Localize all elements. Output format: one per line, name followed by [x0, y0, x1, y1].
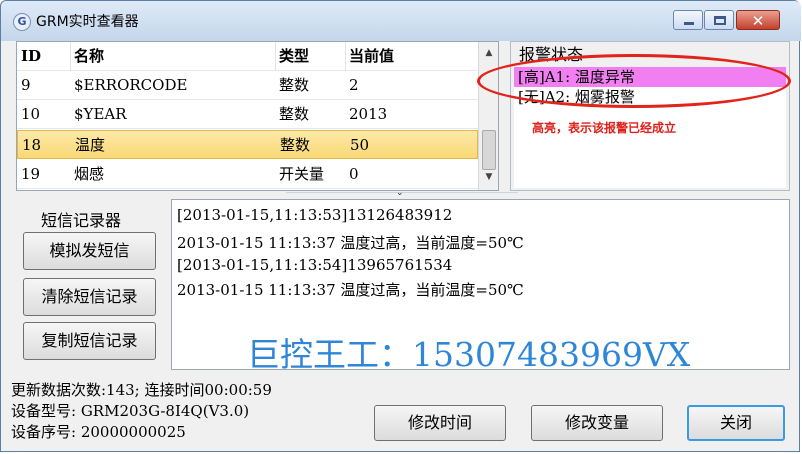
table-row[interactable]: 19 烟感 开关量 0	[17, 160, 478, 189]
chevron-down-icon: ⌄	[396, 188, 404, 198]
maximize-button[interactable]	[704, 10, 734, 30]
simulate-sms-button[interactable]: 模拟发短信	[23, 232, 156, 270]
cell-name: $YEAR	[74, 105, 127, 123]
table-row[interactable]: 10 $YEAR 整数 2013	[17, 100, 478, 129]
scroll-down-icon[interactable]: ▼	[479, 172, 498, 182]
close-button[interactable]: 关闭	[687, 405, 785, 441]
minimize-icon	[684, 22, 694, 25]
cell-value: 50	[350, 136, 370, 154]
cell-value: 0	[349, 165, 359, 183]
cell-type: 整数	[279, 105, 310, 123]
sms-recorder-label: 短信记录器	[41, 211, 122, 230]
table-row-selected[interactable]: 18 温度 整数 50	[17, 130, 478, 159]
window-title: GRM实时查看器	[36, 14, 139, 30]
cell-name: $ERRORCODE	[74, 76, 188, 94]
maximize-icon	[714, 16, 726, 25]
table-scrollbar[interactable]: ▲ ▼	[478, 42, 498, 190]
device-model-status: 设备型号: GRM203G-8I4Q(V3.0)	[11, 402, 250, 420]
cell-id: 19	[21, 165, 41, 183]
log-line: 2013-01-15 11:13:37 温度过高，当前温度=50℃	[177, 234, 524, 252]
watermark-text: 巨控王工：15307483969VX	[247, 335, 691, 374]
window-close-button[interactable]: ✕	[736, 10, 780, 30]
app-logo-icon: G	[13, 13, 31, 31]
cell-type: 整数	[279, 76, 310, 94]
log-line: [2013-01-15,11:13:53]13126483912	[177, 206, 453, 224]
clear-sms-button[interactable]: 清除短信记录	[23, 278, 156, 316]
cell-type: 开关量	[279, 165, 325, 183]
column-header-id[interactable]: ID	[21, 42, 41, 71]
variable-table[interactable]: ID 名称 类型 当前值 9 $ERRORCODE 整数 2 10 $YEAR …	[16, 41, 499, 191]
cell-name: 温度	[75, 136, 106, 154]
log-line: 2013-01-15 11:13:37 温度过高，当前温度=50℃	[177, 281, 524, 299]
cell-id: 9	[21, 76, 31, 94]
log-line: [2013-01-15,11:13:54]13965761534	[177, 256, 453, 274]
update-count-status: 更新数据次数:143; 连接时间00:00:59	[11, 381, 272, 399]
cell-value: 2	[349, 76, 359, 94]
edit-time-button[interactable]: 修改时间	[374, 405, 506, 441]
cell-id: 10	[21, 105, 41, 123]
device-serial-status: 设备序号: 20000000025	[11, 423, 186, 441]
title-bar[interactable]: G GRM实时查看器 ✕	[1, 1, 801, 41]
column-header-type[interactable]: 类型	[279, 42, 309, 71]
close-icon: ✕	[751, 12, 765, 30]
cell-type: 整数	[280, 136, 311, 154]
column-header-name[interactable]: 名称	[74, 42, 104, 71]
minimize-button[interactable]	[673, 10, 703, 30]
cell-value: 2013	[349, 105, 388, 123]
copy-sms-button[interactable]: 复制短信记录	[23, 322, 156, 360]
highlight-annotation-ellipse	[477, 54, 791, 108]
alarm-annotation: 高亮，表示该报警已经成立	[532, 121, 677, 135]
cell-id: 18	[22, 136, 42, 154]
scrollbar-thumb[interactable]	[482, 130, 496, 170]
scroll-up-icon[interactable]: ▲	[479, 48, 498, 58]
sms-log[interactable]: [2013-01-15,11:13:53]13126483912 2013-01…	[171, 199, 790, 374]
table-header-row: ID 名称 类型 当前值	[17, 42, 478, 71]
cell-name: 烟感	[74, 165, 105, 183]
table-row[interactable]: 9 $ERRORCODE 整数 2	[17, 71, 478, 100]
edit-variable-button[interactable]: 修改变量	[531, 405, 663, 441]
column-header-value[interactable]: 当前值	[349, 42, 394, 71]
